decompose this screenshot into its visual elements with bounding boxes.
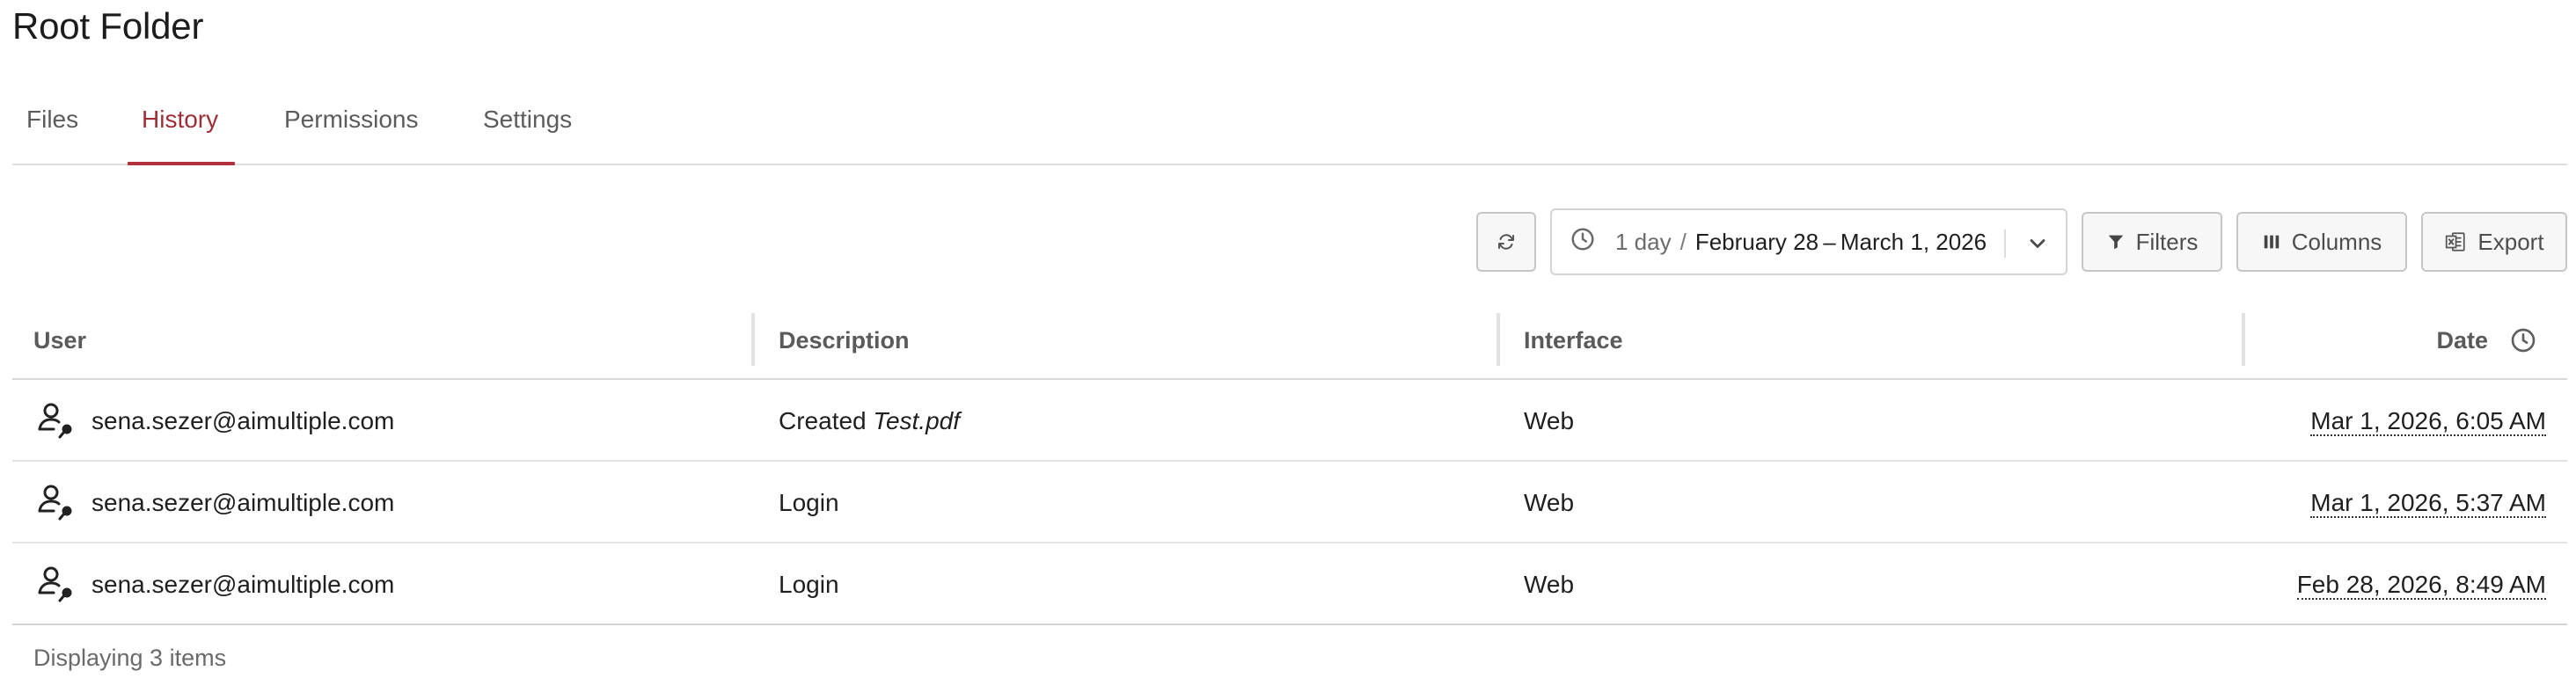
date-cell: Mar 1, 2026, 6:05 AM [2310,380,2546,462]
column-header-user[interactable]: User [33,299,86,380]
interface-cell: Web [1524,571,1575,598]
excel-icon [2444,230,2467,253]
page-title: Root Folder [12,5,204,47]
history-table: User Description Interface Date sena.sez… [12,299,2567,625]
column-header-date[interactable]: Date [2436,299,2488,380]
chevron-down-icon[interactable] [2025,231,2050,262]
refresh-icon [1496,231,1517,252]
user-key-icon [35,563,77,609]
description-cell: Created Test.pdf [779,380,960,462]
table-row[interactable]: sena.sezer@aimultiple.com Created Test.p… [12,380,2567,462]
active-tab-indicator [128,162,235,165]
columns-button[interactable]: Columns [2236,212,2407,272]
date-value[interactable]: Mar 1, 2026, 6:05 AM [2310,408,2546,436]
date-value[interactable]: Mar 1, 2026, 5:37 AM [2310,490,2546,518]
table-header: User Description Interface Date [12,299,2567,380]
range-preset: 1 day [1615,228,1672,255]
filters-label: Filters [2135,228,2199,255]
columns-icon [2262,232,2281,252]
tab-files[interactable]: Files [26,84,78,165]
item-count-status: Displaying 3 items [33,645,227,671]
tab-history[interactable]: History [142,84,218,165]
description-file: Test.pdf [873,407,960,434]
column-header-description[interactable]: Description [779,299,910,380]
table-row[interactable]: sena.sezer@aimultiple.com Login Web Mar … [12,462,2567,543]
tab-bar: Files History Permissions Settings [12,84,2567,165]
export-label: Export [2477,228,2544,255]
range-dates: February 28 – March 1, 2026 [1694,228,1987,255]
description-cell: Login [779,462,839,543]
table-row[interactable]: sena.sezer@aimultiple.com Login Web Feb … [12,543,2567,625]
description-action: Created [779,407,867,434]
refresh-button[interactable] [1476,212,1536,272]
column-resize-handle[interactable] [2242,313,2245,366]
user-key-icon [35,481,77,528]
range-separator: / [1680,228,1687,255]
date-cell: Mar 1, 2026, 5:37 AM [2310,462,2546,543]
description-action: Login [779,489,839,516]
date-value[interactable]: Feb 28, 2026, 8:49 AM [2296,572,2546,600]
export-button[interactable]: Export [2421,212,2567,272]
date-range-picker[interactable]: 1 day / February 28 – March 1, 2026 [1550,208,2067,275]
clock-icon[interactable] [2509,326,2537,359]
tab-permissions[interactable]: Permissions [284,84,418,165]
filters-button[interactable]: Filters [2082,212,2222,272]
user-email: sena.sezer@aimultiple.com [91,571,395,598]
column-resize-handle[interactable] [1497,313,1500,366]
user-email: sena.sezer@aimultiple.com [91,489,395,516]
clock-icon [1570,226,1596,259]
range-divider [2004,230,2006,258]
user-key-icon [35,399,77,446]
toolbar: 1 day / February 28 – March 1, 2026 Filt… [0,208,2576,275]
column-header-interface[interactable]: Interface [1524,299,1623,380]
description-action: Login [779,571,839,598]
description-cell: Login [779,543,839,625]
interface-cell: Web [1524,489,1575,516]
user-email: sena.sezer@aimultiple.com [91,407,395,434]
column-resize-handle[interactable] [751,313,755,366]
filter-icon [2106,232,2126,252]
date-cell: Feb 28, 2026, 8:49 AM [2296,543,2546,625]
columns-label: Columns [2291,228,2382,255]
tab-settings[interactable]: Settings [483,84,572,165]
interface-cell: Web [1524,407,1575,434]
